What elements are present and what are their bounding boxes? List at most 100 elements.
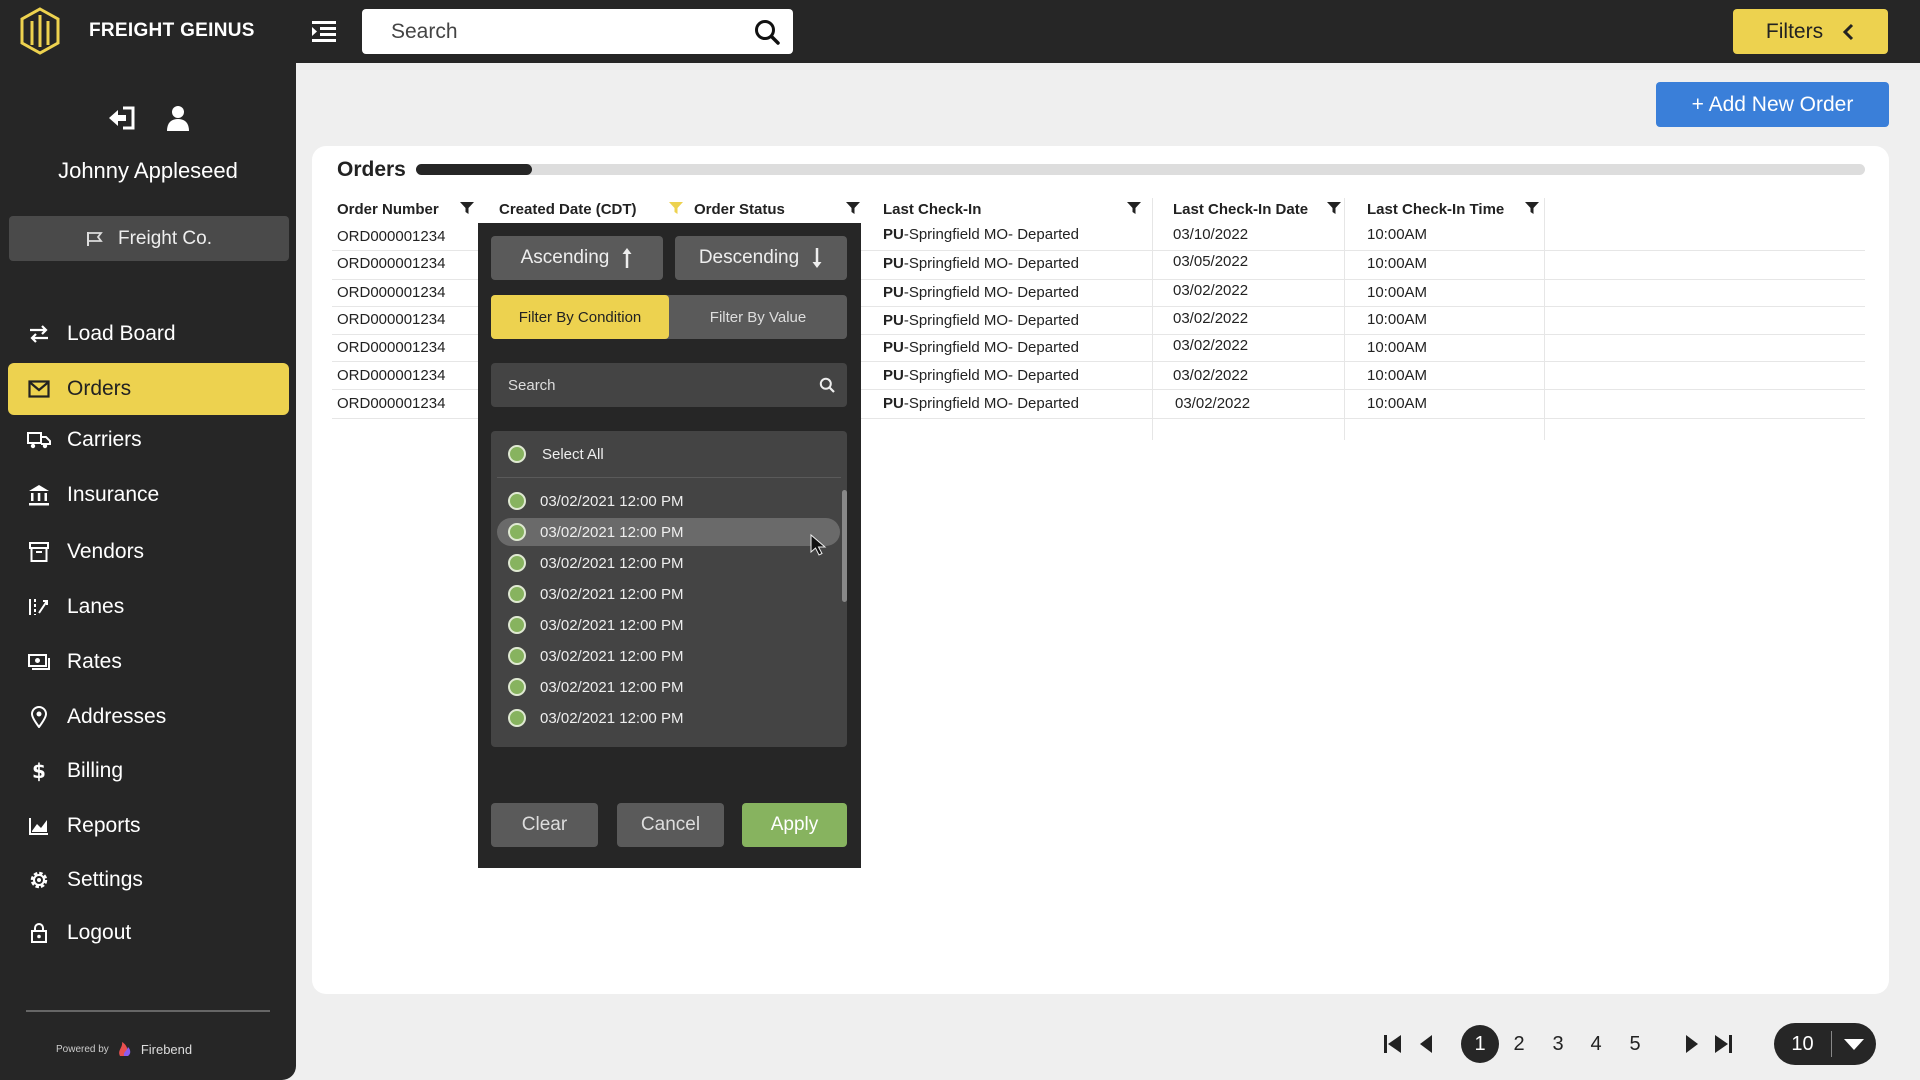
filter-mode-toggle: Filter By Condition Filter By Value — [491, 295, 847, 339]
sidebar-item-rates[interactable]: Rates — [8, 636, 289, 688]
checkbox-checked-icon[interactable] — [508, 585, 526, 603]
company-selector[interactable]: Freight Co. — [9, 216, 289, 261]
checkbox-checked-icon[interactable] — [508, 554, 526, 572]
list-item[interactable]: 03/02/2021 12:00 PM — [497, 487, 840, 515]
filter-icon[interactable] — [460, 201, 474, 215]
checkbox-checked-icon[interactable] — [508, 523, 526, 541]
sidebar-item-billing[interactable]: $ Billing — [8, 745, 289, 797]
column-divider — [1544, 198, 1545, 440]
checkbox-checked-icon[interactable] — [508, 709, 526, 727]
order-number-cell[interactable]: ORD000001234 — [337, 255, 445, 272]
list-item[interactable]: 03/02/2021 12:00 PM — [497, 704, 840, 732]
freight-genius-logo[interactable] — [18, 7, 62, 55]
previous-page-icon[interactable] — [1416, 1033, 1438, 1055]
checkbox-checked-icon[interactable] — [508, 647, 526, 665]
last-check-in-cell: PU-Springfield MO- Departed — [883, 367, 1079, 384]
column-header-last-check-in-time[interactable]: Last Check-In Time — [1367, 196, 1542, 222]
chevron-down-icon — [1844, 1039, 1864, 1050]
sort-descending-button[interactable]: Descending — [675, 236, 847, 280]
list-item[interactable]: 03/02/2021 12:00 PM — [497, 673, 840, 701]
sidebar-item-label: Load Board — [67, 322, 176, 345]
option-label: 03/02/2021 12:00 PM — [540, 709, 684, 727]
order-number-cell[interactable]: ORD000001234 — [337, 339, 445, 356]
svg-text:$: $ — [32, 760, 46, 782]
column-header-order-number[interactable]: Order Number — [337, 196, 477, 222]
sidebar-item-settings[interactable]: Settings — [8, 854, 289, 906]
column-header-created-date[interactable]: Created Date (CDT) — [499, 196, 683, 222]
list-scrollbar[interactable] — [842, 490, 847, 602]
filter-search-input[interactable] — [491, 363, 791, 407]
order-number-cell[interactable]: ORD000001234 — [337, 284, 445, 301]
apply-button[interactable]: Apply — [742, 803, 847, 847]
filter-icon[interactable] — [846, 201, 860, 215]
check-in-prefix: PU — [883, 339, 904, 356]
add-new-order-button[interactable]: + Add New Order — [1656, 82, 1889, 127]
column-header-order-status[interactable]: Order Status — [694, 196, 864, 222]
rows-per-page-select[interactable]: 10 — [1774, 1023, 1876, 1065]
filter-icon[interactable] — [1525, 201, 1539, 215]
list-item[interactable]: 03/02/2021 12:00 PM — [497, 549, 840, 577]
page-2-button[interactable]: 2 — [1500, 1025, 1538, 1063]
rows-per-page-value: 10 — [1791, 1032, 1814, 1055]
sidebar-item-addresses[interactable]: Addresses — [8, 691, 289, 743]
search-icon[interactable] — [819, 377, 835, 393]
order-number-cell[interactable]: ORD000001234 — [337, 311, 445, 328]
sidebar-item-label: Vendors — [67, 540, 145, 563]
powered-by-brand: Firebend — [140, 1041, 193, 1057]
check-in-text: -Springfield MO- Departed — [903, 284, 1079, 301]
sidebar-item-reports[interactable]: Reports — [8, 800, 289, 852]
clear-button[interactable]: Clear — [491, 803, 598, 847]
sidebar-item-lanes[interactable]: Lanes — [8, 581, 289, 633]
last-page-icon[interactable] — [1712, 1033, 1734, 1055]
select-all-option[interactable]: Select All — [491, 431, 847, 477]
order-number-cell[interactable]: ORD000001234 — [337, 395, 445, 412]
list-item[interactable]: 03/02/2021 12:00 PM — [497, 611, 840, 639]
sort-descending-label: Descending — [698, 247, 800, 268]
page-1-button[interactable]: 1 — [1461, 1025, 1499, 1063]
page-5-button[interactable]: 5 — [1616, 1025, 1654, 1063]
sidebar-item-carriers[interactable]: Carriers — [8, 414, 289, 466]
checkbox-checked-icon[interactable] — [508, 616, 526, 634]
envelope-icon — [28, 380, 50, 398]
checkbox-checked-icon[interactable] — [508, 492, 526, 510]
orders-scroll-progress[interactable] — [416, 164, 1865, 175]
tab-filter-by-condition[interactable]: Filter By Condition — [491, 295, 669, 339]
order-number-cell[interactable]: ORD000001234 — [337, 367, 445, 384]
page-4-button[interactable]: 4 — [1577, 1025, 1615, 1063]
page-3-button[interactable]: 3 — [1539, 1025, 1577, 1063]
flag-icon — [87, 231, 103, 246]
filter-icon[interactable] — [1327, 201, 1341, 215]
switch-account-icon[interactable] — [107, 105, 137, 131]
tab-filter-by-value[interactable]: Filter By Value — [669, 295, 847, 339]
checkbox-checked-icon[interactable] — [508, 678, 526, 696]
sidebar-item-load-board[interactable]: Load Board — [8, 308, 289, 360]
next-page-icon[interactable] — [1680, 1033, 1702, 1055]
user-profile-icon[interactable] — [165, 105, 191, 131]
lock-icon — [31, 923, 47, 943]
filter-icon[interactable] — [1127, 201, 1141, 215]
cancel-button[interactable]: Cancel — [617, 803, 724, 847]
list-item[interactable]: 03/02/2021 12:00 PM — [497, 580, 840, 608]
first-page-icon[interactable] — [1382, 1033, 1404, 1055]
last-check-in-cell: PU-Springfield MO- Departed — [883, 395, 1079, 412]
chart-icon — [29, 818, 48, 835]
filters-button[interactable]: Filters — [1733, 9, 1888, 54]
check-in-text: -Springfield MO- Departed — [903, 395, 1079, 412]
column-header-last-check-in[interactable]: Last Check-In — [883, 196, 1143, 222]
sidebar-item-logout[interactable]: Logout — [8, 907, 289, 959]
sort-ascending-button[interactable]: Ascending — [491, 236, 663, 280]
last-check-in-time-cell: 10:00AM — [1367, 339, 1428, 356]
order-number-cell[interactable]: ORD000001234 — [337, 228, 445, 245]
menu-collapse-icon[interactable] — [310, 17, 338, 45]
list-item[interactable]: 03/02/2021 12:00 PM — [497, 518, 840, 546]
sidebar-item-orders[interactable]: Orders — [8, 363, 289, 415]
list-item[interactable]: 03/02/2021 12:00 PM — [497, 642, 840, 670]
global-search-input[interactable] — [362, 9, 722, 54]
option-label: 03/02/2021 12:00 PM — [540, 647, 684, 665]
sidebar-item-insurance[interactable]: Insurance — [8, 469, 289, 521]
checkbox-checked-icon[interactable] — [508, 445, 526, 463]
sidebar-item-vendors[interactable]: Vendors — [8, 526, 289, 578]
column-header-last-check-in-date[interactable]: Last Check-In Date — [1173, 196, 1343, 222]
search-icon[interactable] — [753, 18, 781, 46]
filter-active-icon[interactable] — [669, 201, 683, 215]
